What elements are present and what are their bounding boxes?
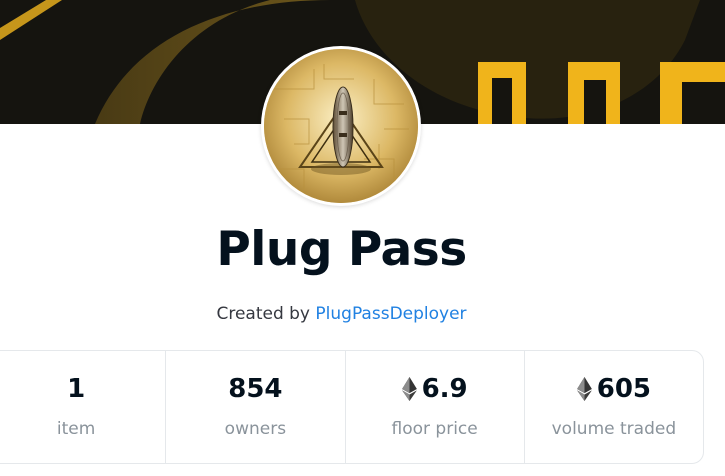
stat-floor-price[interactable]: 6.9 floor price xyxy=(344,351,524,463)
stat-volume-traded-value: 605 xyxy=(596,374,652,404)
ethereum-icon xyxy=(401,377,417,401)
collection-title: Plug Pass xyxy=(216,222,467,277)
stat-owners[interactable]: 854 owners xyxy=(165,351,344,463)
collection-avatar xyxy=(261,46,421,206)
plug-pass-coin-image xyxy=(264,49,418,203)
stat-owners-label: owners xyxy=(224,419,287,439)
creator-link[interactable]: PlugPassDeployer xyxy=(315,304,466,324)
stat-items[interactable]: 1 item xyxy=(0,351,165,463)
stat-volume-traded[interactable]: 605 volume traded xyxy=(523,351,703,463)
stat-items-value: 1 xyxy=(67,374,86,404)
stat-volume-traded-label: volume traded xyxy=(551,419,677,439)
stat-floor-price-label: floor price xyxy=(391,419,478,439)
stat-floor-price-value: 6.9 xyxy=(421,374,468,404)
created-by-label: Created by xyxy=(216,304,310,324)
created-by-line: Created by PlugPassDeployer xyxy=(0,304,683,324)
stat-items-label: item xyxy=(56,419,96,439)
stat-owners-value: 854 xyxy=(228,374,283,404)
collection-stats: 1 item 854 owners 6.9 floor price 605 vo… xyxy=(0,350,704,464)
ethereum-icon xyxy=(576,377,592,401)
